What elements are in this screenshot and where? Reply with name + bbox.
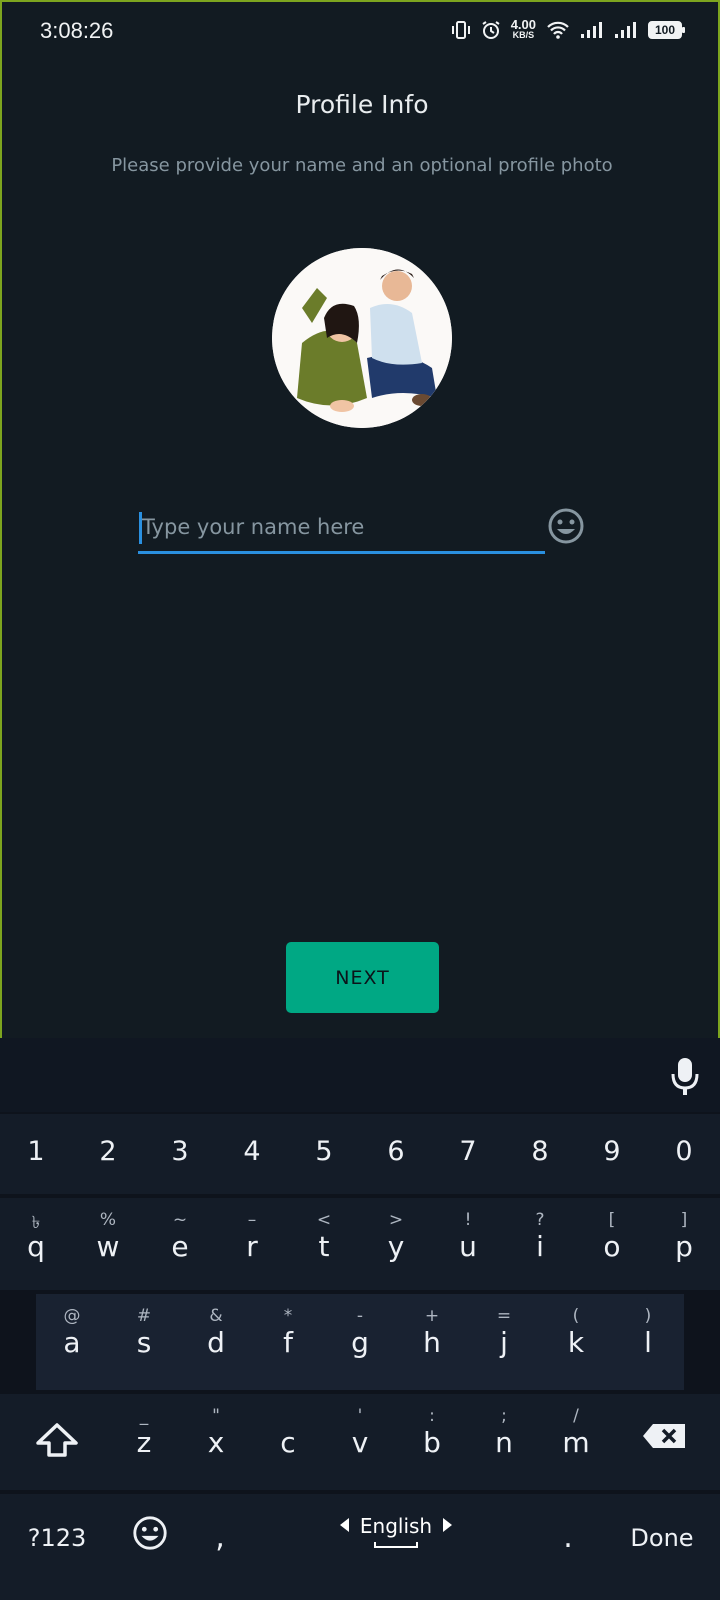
name-field-row	[138, 502, 588, 558]
key-i[interactable]: ? i	[510, 1210, 570, 1263]
key-f[interactable]: * f	[258, 1306, 318, 1359]
key-k[interactable]: (k	[546, 1306, 606, 1359]
key-n[interactable]: ; n	[474, 1406, 534, 1459]
language-next-icon	[443, 1518, 452, 1532]
name-input[interactable]	[138, 502, 545, 554]
symbols-key[interactable]: ?123	[22, 1524, 92, 1552]
key-d[interactable]: & d	[186, 1306, 246, 1359]
battery-indicator: 100	[648, 21, 685, 39]
next-button[interactable]: NEXT	[286, 942, 439, 1013]
key-9[interactable]: 9	[582, 1136, 642, 1167]
profile-photo-illustration	[272, 248, 452, 428]
profile-info-screen: 3:08:26 4.00 KB/S 100 Profile Info Pleas…	[0, 0, 720, 1038]
done-key[interactable]: Done	[622, 1524, 702, 1552]
network-speed: 4.00 KB/S	[510, 17, 536, 40]
key-e[interactable]: ~ e	[150, 1210, 210, 1263]
status-icons: 4.00 KB/S 100	[451, 17, 685, 40]
key-r[interactable]: – r	[222, 1210, 282, 1263]
soft-keyboard: 1234567890 ৳ q% w ~ e – r < t > y! u? i[o] p @ a # s & d * f…	[0, 1038, 720, 1600]
backspace-icon	[643, 1424, 685, 1448]
key-7[interactable]: 7	[438, 1136, 498, 1167]
keyboard-row-q: ৳ q% w ~ e – r < t > y! u? i[o] p	[0, 1198, 720, 1290]
backspace-key[interactable]	[640, 1422, 690, 1454]
shift-icon	[36, 1423, 78, 1457]
page-title: Profile Info	[295, 90, 429, 119]
spacebar-icon	[374, 1542, 418, 1548]
key-a[interactable]: @ a	[42, 1306, 102, 1359]
alarm-icon	[481, 20, 501, 40]
key-j[interactable]: = j	[474, 1306, 534, 1359]
keyboard-row-a: @ a # s & d * f - g + h = j(k) l	[0, 1294, 720, 1390]
key-q[interactable]: ৳ q	[6, 1210, 66, 1263]
key-m[interactable]: / m	[546, 1406, 606, 1459]
key-o[interactable]: [o	[582, 1210, 642, 1263]
key-8[interactable]: 8	[510, 1136, 570, 1167]
keyboard-bottom-row: ?123 , English . Done	[0, 1494, 720, 1600]
key-h[interactable]: + h	[402, 1306, 462, 1359]
key-v[interactable]: ' v	[330, 1406, 390, 1459]
key-p[interactable]: ] p	[654, 1210, 714, 1263]
page-subtitle: Please provide your name and an optional…	[111, 155, 613, 176]
text-cursor	[139, 512, 142, 544]
emoji-key[interactable]	[130, 1514, 170, 1556]
shift-key[interactable]	[32, 1422, 82, 1462]
key-t[interactable]: < t	[294, 1210, 354, 1263]
key-l[interactable]: ) l	[618, 1306, 678, 1359]
vibrate-icon	[451, 20, 471, 40]
key-u[interactable]: ! u	[438, 1210, 498, 1263]
key-y[interactable]: > y	[366, 1210, 426, 1263]
status-bar: 3:08:26 4.00 KB/S 100	[2, 2, 718, 62]
signal-icon	[580, 21, 604, 39]
key-b[interactable]: :b	[402, 1406, 462, 1459]
key-w[interactable]: % w	[78, 1210, 138, 1263]
keyboard-row-z: _ z " x c ' v: b; n / m	[0, 1394, 720, 1490]
key-g[interactable]: -g	[330, 1306, 390, 1359]
signal-icon-2	[614, 21, 638, 39]
keyboard-toolbar	[0, 1038, 720, 1112]
microphone-icon[interactable]	[670, 1056, 700, 1100]
emoji-icon	[133, 1516, 167, 1550]
period-key[interactable]: .	[548, 1520, 588, 1555]
profile-photo[interactable]	[272, 248, 452, 428]
key-2[interactable]: 2	[78, 1136, 138, 1167]
key-z[interactable]: _ z	[114, 1406, 174, 1459]
key-4[interactable]: 4	[222, 1136, 282, 1167]
key-1[interactable]: 1	[6, 1136, 66, 1167]
key-s[interactable]: # s	[114, 1306, 174, 1359]
status-time: 3:08:26	[40, 18, 114, 43]
wifi-icon	[546, 21, 570, 39]
key-c[interactable]: c	[258, 1406, 318, 1459]
key-x[interactable]: " x	[186, 1406, 246, 1459]
key-5[interactable]: 5	[294, 1136, 354, 1167]
comma-key[interactable]: ,	[200, 1520, 240, 1555]
key-6[interactable]: 6	[366, 1136, 426, 1167]
key-3[interactable]: 3	[150, 1136, 210, 1167]
emoji-icon[interactable]	[546, 506, 586, 546]
spacebar-language[interactable]: English	[336, 1514, 456, 1548]
keyboard-number-row: 1234567890	[0, 1114, 720, 1194]
key-0[interactable]: 0	[654, 1136, 714, 1167]
